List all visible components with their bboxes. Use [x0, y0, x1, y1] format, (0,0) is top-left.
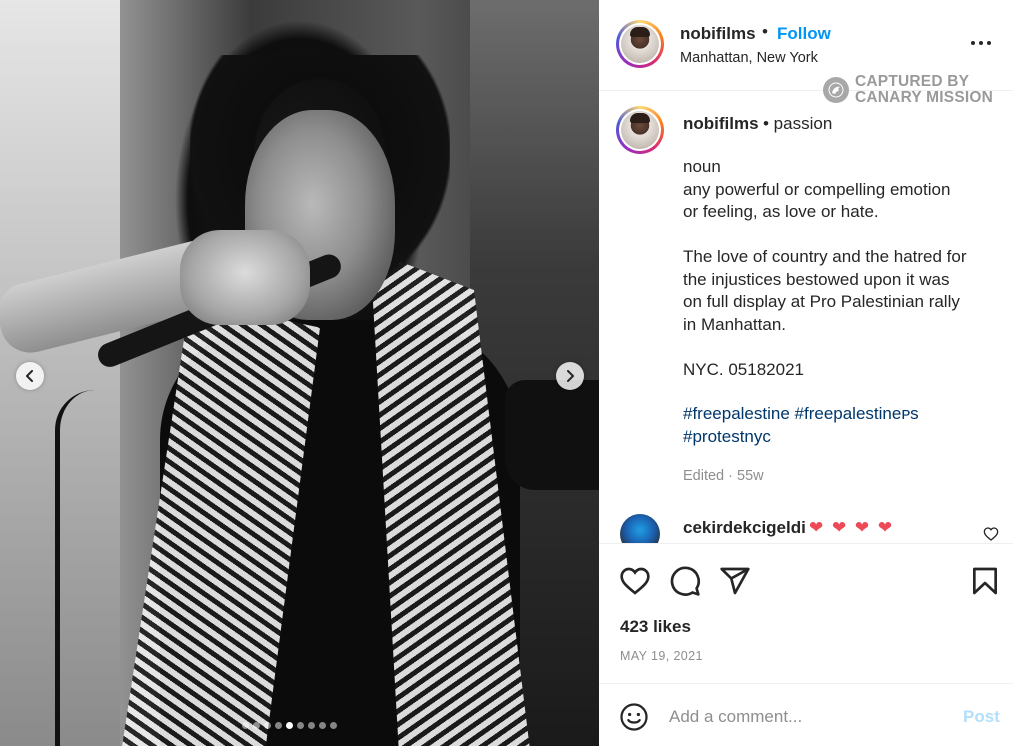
chevron-left-icon [26, 370, 33, 382]
caption-line: noun [683, 157, 721, 176]
commenter-avatar[interactable] [620, 514, 660, 543]
follow-button[interactable]: Follow [777, 24, 831, 44]
post-photo[interactable] [0, 0, 599, 746]
caption-title: • passion [763, 114, 833, 133]
heart-icon[interactable] [983, 526, 999, 542]
avatar-image [621, 25, 659, 63]
carousel-dot [253, 722, 260, 729]
post-header: nobifilms • Follow Manhattan, New York C… [599, 0, 1013, 106]
commenter-username[interactable]: cekirdekcigeldi [683, 518, 806, 538]
carousel-dot [275, 722, 282, 729]
caption-line: any powerful or compelling emotion [683, 179, 951, 199]
carousel-dot [308, 722, 315, 729]
carousel-dot [330, 722, 337, 729]
caption-body: noun any powerful or compelling emotion … [683, 156, 1003, 381]
comment-composer: Post [599, 683, 1013, 746]
post-location[interactable]: Manhattan, New York [680, 50, 818, 66]
carousel-next-button[interactable] [556, 362, 584, 390]
smiley-icon[interactable] [619, 702, 649, 732]
more-horizontal-icon [979, 41, 983, 45]
hashtag-link[interactable]: #freepalestine #freepalestineᴘs [683, 403, 1003, 426]
hashtag-link[interactable]: #protestnyc [683, 426, 1003, 449]
bookmark-icon[interactable] [969, 565, 1001, 597]
post-actions: 423 likes MAY 19, 2021 [599, 545, 1013, 675]
post-username[interactable]: nobifilms [680, 24, 756, 44]
caption-line: on full display at Pro Palestinian rally [683, 292, 960, 311]
caption-line: NYC. 05182021 [683, 359, 804, 379]
post-side-panel: nobifilms • Follow Manhattan, New York C… [599, 0, 1013, 746]
avatar[interactable] [616, 106, 664, 154]
caption-line: the injustices bestowed upon it was [683, 269, 950, 289]
caption-hashtags: #freepalestine #freepalestineᴘs #protest… [683, 403, 1003, 448]
post-comment-button[interactable]: Post [963, 707, 1000, 727]
avatar-image [621, 111, 659, 149]
heart-icon[interactable] [619, 565, 651, 597]
photo-mic-cable [55, 390, 115, 746]
carousel-dot [297, 722, 304, 729]
carousel-dot [286, 722, 293, 729]
caption-line: or feeling, as love or hate. [683, 202, 879, 221]
photo-sleeve [505, 380, 599, 490]
comment-input[interactable] [669, 704, 939, 730]
comment-text: ❤ ❤ ❤ ❤ [809, 518, 895, 537]
carousel-indicator [242, 722, 337, 729]
caption-username[interactable]: nobifilms [683, 114, 759, 134]
separator-dot: • [762, 22, 768, 41]
carousel-dot [242, 722, 249, 729]
more-horizontal-icon [987, 41, 991, 45]
avatar[interactable] [616, 20, 664, 68]
more-options-button[interactable] [971, 36, 997, 50]
photo-subject-hand [180, 230, 310, 325]
caption-line: in Manhattan. [683, 314, 787, 334]
likes-count[interactable]: 423 likes [620, 617, 691, 637]
chevron-right-icon [567, 370, 574, 382]
paper-plane-icon[interactable] [719, 565, 751, 597]
caption-line: The love of country and the hatred for [683, 247, 967, 266]
more-horizontal-icon [971, 41, 975, 45]
watermark-line: CAPTURED BY [855, 73, 970, 90]
caption-edited-time[interactable]: Edited · 55w [683, 468, 764, 484]
comments-section: nobifilms • passion noun any powerful or… [599, 92, 1013, 544]
comment-icon[interactable] [669, 565, 701, 597]
carousel-dot [319, 722, 326, 729]
carousel-dot [264, 722, 271, 729]
carousel-prev-button[interactable] [16, 362, 44, 390]
post-date[interactable]: MAY 19, 2021 [620, 649, 703, 663]
